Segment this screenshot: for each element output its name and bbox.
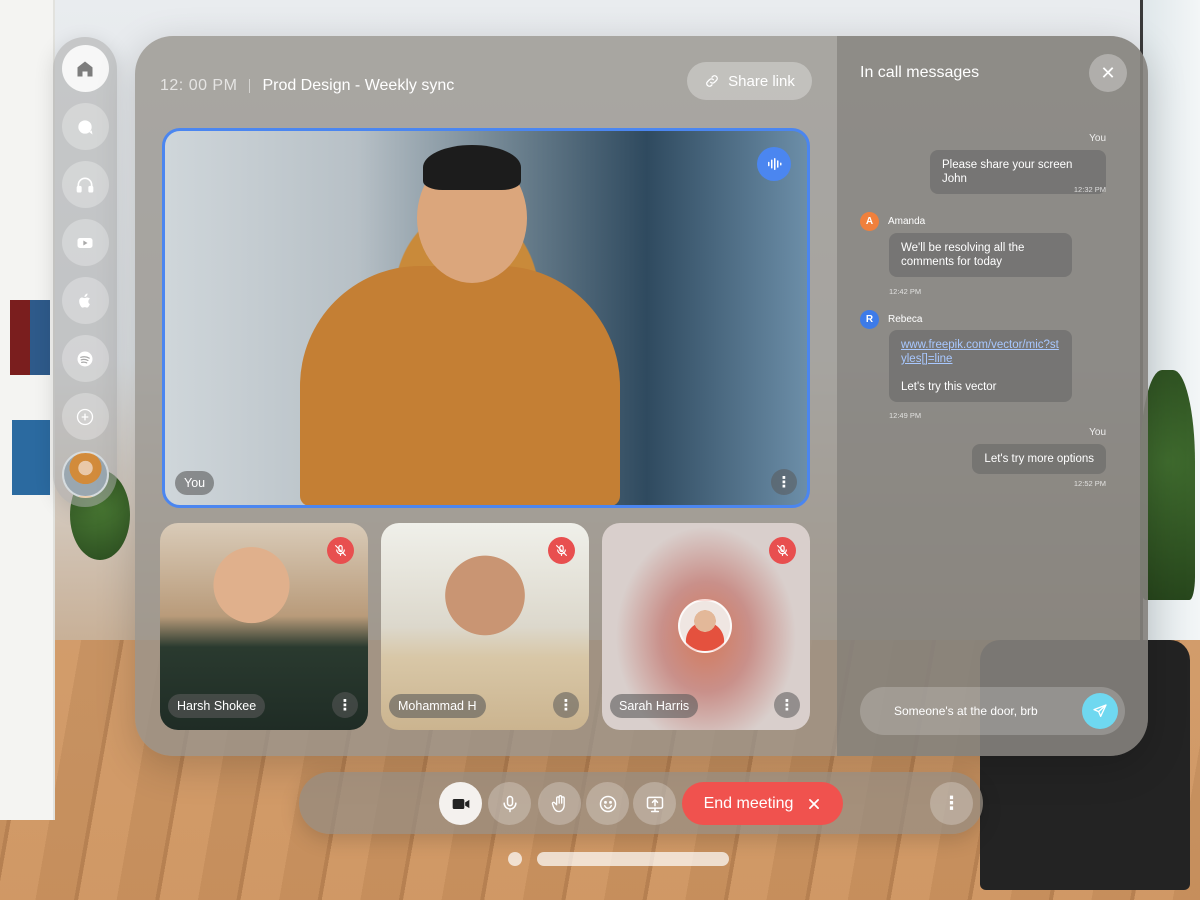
call-time: 12: 00 PM	[160, 77, 238, 94]
chat-input-value: Someone's at the door, brb	[894, 704, 1038, 718]
dock-music-button[interactable]	[61, 161, 109, 208]
send-message-button[interactable]	[1082, 693, 1118, 729]
raise-hand-button[interactable]	[538, 782, 581, 825]
message-time: 12:49 PM	[889, 411, 922, 420]
sender-avatar: A	[860, 212, 879, 231]
background-books	[12, 420, 50, 495]
message-sender: You	[1089, 133, 1106, 144]
muted-mic-icon	[769, 537, 796, 564]
dock-youtube-button[interactable]	[61, 219, 109, 266]
video-pane: 12: 00 PM Prod Design - Weekly sync Shar…	[135, 36, 837, 756]
chat-message: www.freepik.com/vector/mic?styles[]=line…	[889, 330, 1072, 402]
video-camera-icon	[452, 798, 469, 809]
chat-message-input[interactable]: Someone's at the door, brb	[860, 687, 1125, 735]
send-icon	[1093, 704, 1107, 717]
reactions-button[interactable]	[586, 782, 629, 825]
main-video-label: You	[175, 471, 215, 495]
participant-name: Sarah Harris	[610, 694, 699, 718]
participant-name: Harsh Shokee	[168, 694, 266, 718]
main-video-feed[interactable]: You ⋮	[162, 128, 810, 508]
window-drag-bar[interactable]	[537, 852, 729, 866]
dock-chat-button[interactable]	[61, 103, 109, 150]
share-link-button[interactable]: Share link	[687, 62, 812, 100]
message-sender: You	[1089, 427, 1106, 438]
add-icon	[76, 408, 94, 425]
window-indicator-dot[interactable]	[508, 852, 522, 866]
share-link-label: Share link	[728, 72, 795, 90]
speaker-figure	[423, 145, 521, 190]
user-avatar[interactable]	[61, 451, 109, 498]
end-meeting-label: End meeting	[703, 794, 794, 812]
smiley-icon	[599, 795, 616, 812]
close-icon	[809, 798, 820, 809]
call-window: 12: 00 PM Prod Design - Weekly sync Shar…	[135, 36, 1148, 756]
chat-panel: In call messages ✕ You Please share your…	[837, 36, 1148, 756]
share-screen-button[interactable]	[633, 782, 676, 825]
dock-home-button[interactable]	[61, 45, 109, 92]
sender-avatar: R	[860, 310, 879, 329]
speaker-figure	[300, 266, 620, 505]
dock-spotify-button[interactable]	[61, 335, 109, 382]
message-time: 12:52 PM	[1073, 479, 1106, 488]
background-plant	[1140, 370, 1195, 600]
dock-add-button[interactable]	[61, 393, 109, 440]
participant-name: Mohammad H	[389, 694, 486, 718]
link-icon	[706, 75, 719, 87]
participant-more-button[interactable]: ⋮	[332, 692, 358, 718]
call-controls: End meeting ⋮	[299, 772, 983, 834]
message-sender: R Rebeca	[860, 310, 922, 329]
message-text: Let's try this vector	[901, 381, 997, 393]
speaking-indicator-icon	[757, 147, 791, 181]
app-dock	[53, 37, 117, 507]
sender-name: Rebeca	[888, 314, 923, 325]
background-shelf	[0, 0, 55, 820]
message-sender: A Amanda	[860, 212, 925, 231]
call-header: 12: 00 PM Prod Design - Weekly sync Shar…	[160, 62, 812, 104]
mic-toggle-button[interactable]	[488, 782, 531, 825]
chat-message: We'll be resolving all the comments for …	[889, 233, 1072, 277]
participant-tile[interactable]: Mohammad H ⋮	[381, 523, 589, 730]
more-icon: ⋮	[942, 793, 961, 813]
close-chat-button[interactable]: ✕	[1089, 54, 1127, 92]
participant-more-button[interactable]: ⋮	[774, 692, 800, 718]
participant-tile[interactable]: Sarah Harris ⋮	[602, 523, 810, 730]
camera-toggle-button[interactable]	[439, 782, 482, 825]
youtube-icon	[77, 237, 93, 248]
chat-message: Let's try more options	[972, 444, 1106, 474]
message-link[interactable]: www.freepik.com/vector/mic?styles[]=line	[901, 338, 1060, 366]
meeting-title: Prod Design - Weekly sync	[262, 77, 455, 94]
screen-share-icon	[646, 796, 663, 812]
home-icon	[77, 61, 93, 76]
main-video-more-button[interactable]: ⋮	[771, 469, 797, 495]
sender-name: Amanda	[888, 216, 926, 227]
chat-title: In call messages	[860, 64, 980, 81]
more-options-button[interactable]: ⋮	[930, 782, 973, 825]
dock-apple-button[interactable]	[61, 277, 109, 324]
microphone-icon	[502, 795, 517, 812]
spotify-icon	[77, 351, 93, 366]
participant-tile[interactable]: Harsh Shokee ⋮	[160, 523, 368, 730]
end-meeting-button[interactable]: End meeting	[682, 782, 843, 825]
chat-icon	[78, 119, 93, 134]
participant-more-button[interactable]: ⋮	[553, 692, 579, 718]
participant-avatar	[678, 599, 732, 653]
muted-mic-icon	[548, 537, 575, 564]
participant-tiles: Harsh Shokee ⋮ Mohammad H ⋮ Sarah Harris…	[160, 523, 810, 730]
muted-mic-icon	[327, 537, 354, 564]
message-time: 12:42 PM	[889, 287, 922, 296]
close-icon: ✕	[1100, 62, 1116, 83]
header-divider	[249, 79, 251, 93]
headphones-icon	[76, 177, 94, 192]
hand-icon	[551, 794, 565, 812]
background-books	[10, 300, 50, 375]
message-time: 12:32 PM	[1073, 185, 1106, 194]
apple-icon	[79, 293, 90, 308]
